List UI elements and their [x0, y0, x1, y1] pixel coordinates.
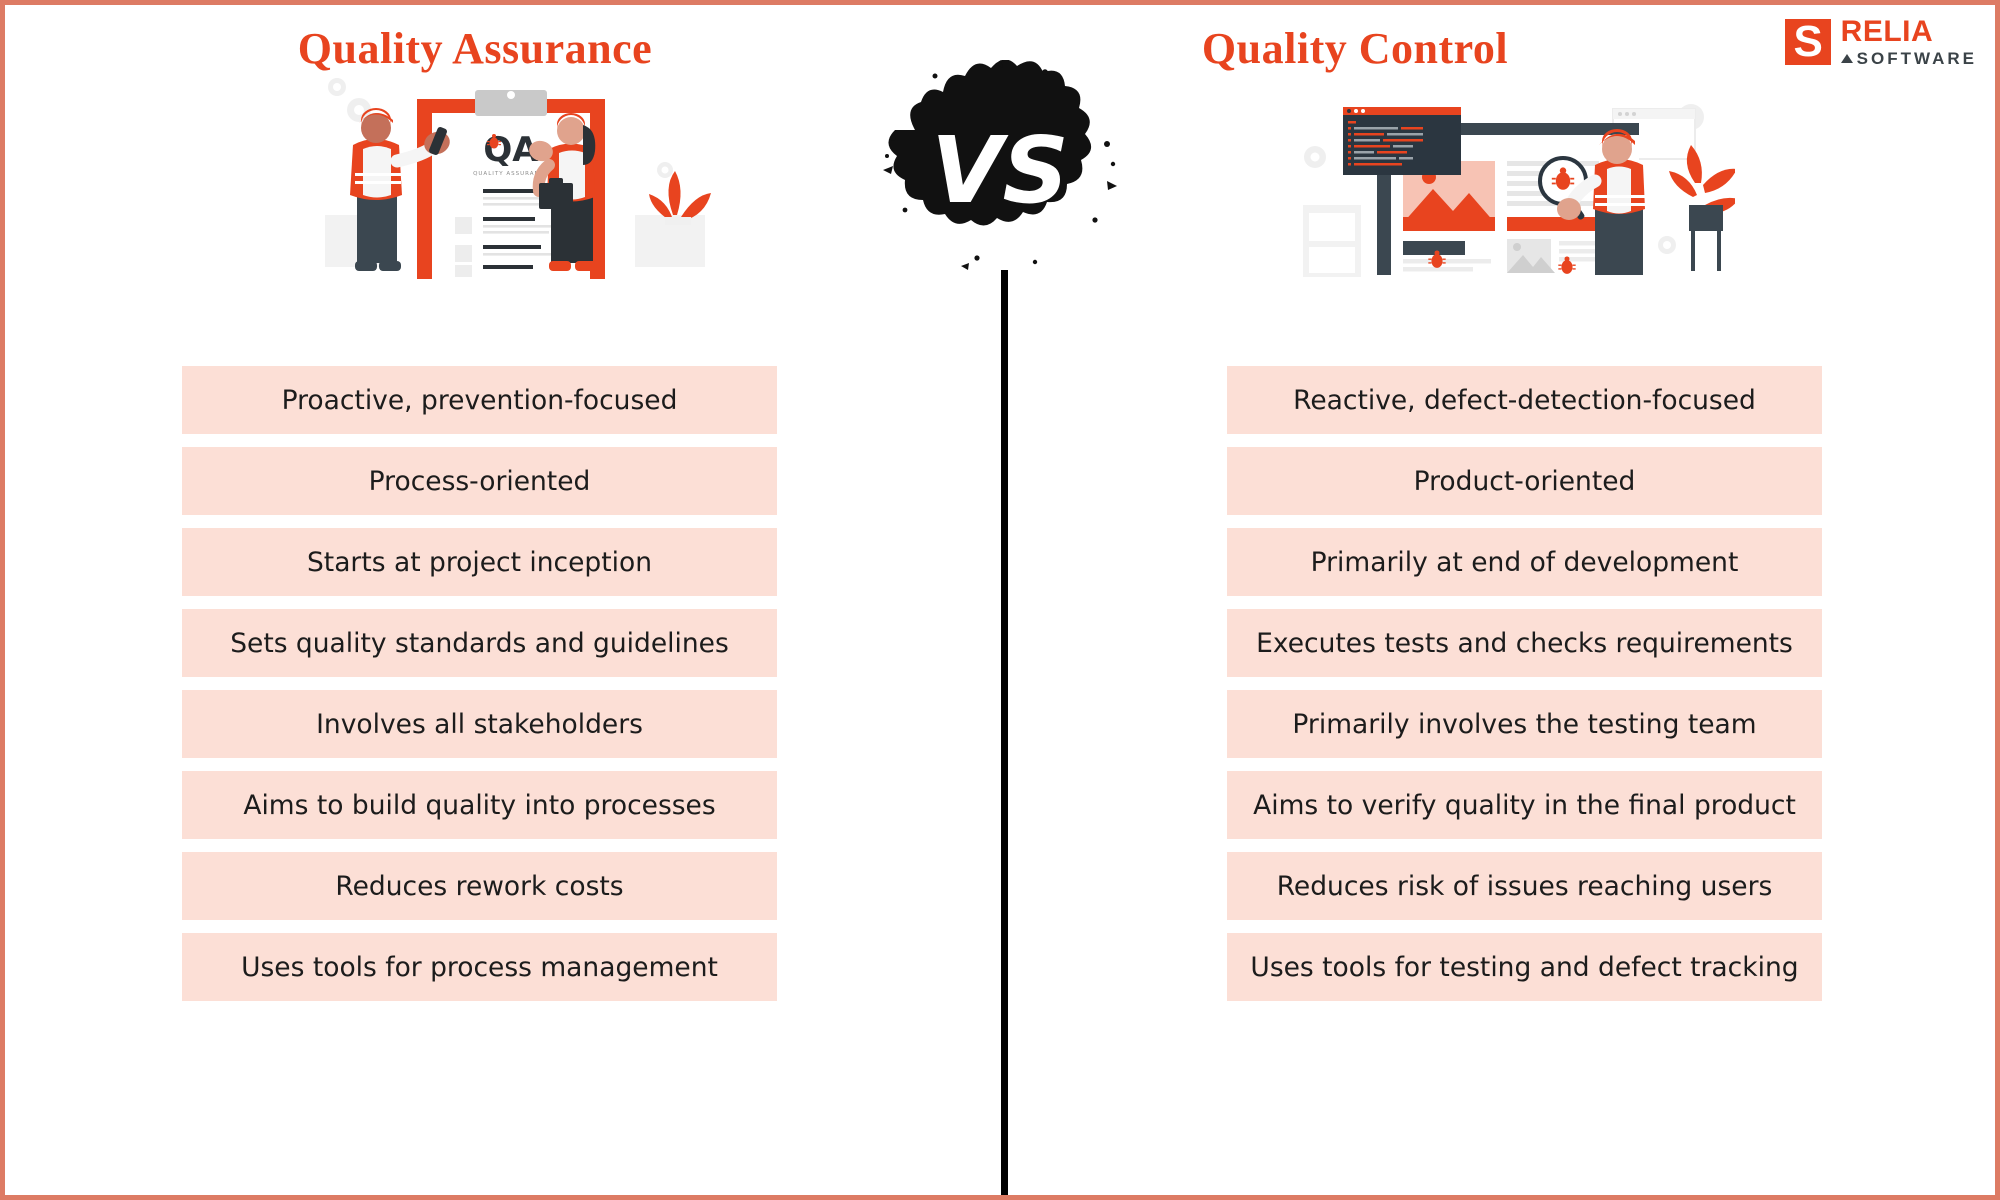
row-label: Involves all stakeholders: [316, 708, 643, 740]
row-label: Reduces rework costs: [335, 870, 624, 902]
table-row: Primarily involves the testing team: [1227, 690, 1822, 758]
row-label: Proactive, prevention-focused: [281, 384, 678, 416]
table-row: Executes tests and checks requirements: [1227, 609, 1822, 677]
row-label: Reactive, defect-detection-focused: [1293, 384, 1756, 416]
right-column-rows: Reactive, defect-detection-focused Produ…: [1227, 366, 1822, 1014]
row-label: Uses tools for process management: [241, 951, 718, 983]
table-row: Product-oriented: [1227, 447, 1822, 515]
row-label: Primarily at end of development: [1310, 546, 1739, 578]
qc-monitor-bug-illustration: [1295, 65, 1735, 280]
table-row: Sets quality standards and guidelines: [182, 609, 777, 677]
row-label: Starts at project inception: [306, 546, 653, 578]
logo-mark-icon: S: [1784, 17, 1831, 66]
row-label: Sets quality standards and guidelines: [230, 627, 729, 659]
logo-s-letter: S: [1793, 17, 1822, 66]
vertical-divider: [1001, 270, 1008, 1195]
row-label: Aims to build quality into processes: [243, 789, 716, 821]
row-label: Process-oriented: [368, 465, 591, 497]
qa-clipboard-illustration: QA QUALITY ASSURANCE: [305, 65, 725, 280]
triangle-icon: [1840, 54, 1853, 63]
table-row: Uses tools for process management: [182, 933, 777, 1001]
row-label: Product-oriented: [1413, 465, 1636, 497]
table-row: Starts at project inception: [182, 528, 777, 596]
table-row: Primarily at end of development: [1227, 528, 1822, 596]
table-row: Involves all stakeholders: [182, 690, 777, 758]
table-row: Reduces risk of issues reaching users: [1227, 852, 1822, 920]
table-row: Aims to build quality into processes: [182, 771, 777, 839]
row-label: Reduces risk of issues reaching users: [1276, 870, 1773, 902]
table-row: Uses tools for testing and defect tracki…: [1227, 933, 1822, 1001]
left-column-rows: Proactive, prevention-focused Process-or…: [182, 366, 777, 1014]
row-label: Primarily involves the testing team: [1292, 708, 1757, 740]
relia-software-logo: S RELIA SOFTWARE: [1784, 15, 1977, 68]
table-row: Proactive, prevention-focused: [182, 366, 777, 434]
vs-label: VS: [931, 117, 1068, 224]
table-row: Aims to verify quality in the final prod…: [1227, 771, 1822, 839]
row-label: Executes tests and checks requirements: [1256, 627, 1793, 659]
logo-brand-name: RELIA: [1840, 15, 1934, 48]
table-row: Reduces rework costs: [182, 852, 777, 920]
row-label: Uses tools for testing and defect tracki…: [1250, 951, 1799, 983]
table-row: Process-oriented: [182, 447, 777, 515]
table-row: Reactive, defect-detection-focused: [1227, 366, 1822, 434]
row-label: Aims to verify quality in the final prod…: [1253, 789, 1796, 821]
logo-subtitle-group: SOFTWARE: [1840, 49, 1977, 68]
vs-badge: VS: [875, 60, 1125, 270]
infographic-canvas: S RELIA SOFTWARE Quality Assurance Quali…: [0, 0, 2000, 1200]
logo-subtitle: SOFTWARE: [1856, 49, 1977, 68]
logo-wordmark: RELIA SOFTWARE: [1840, 15, 1977, 68]
